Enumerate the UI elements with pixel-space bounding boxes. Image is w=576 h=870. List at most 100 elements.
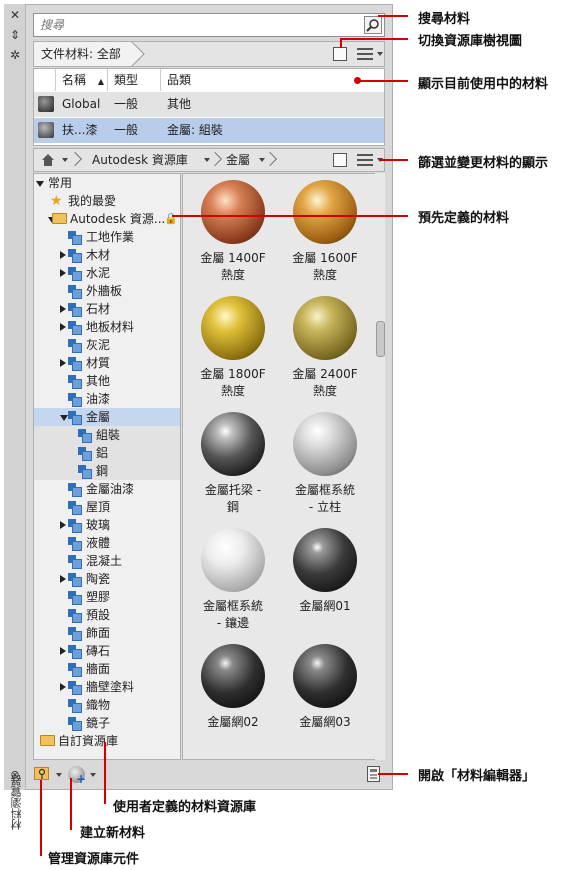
search-input[interactable] <box>40 17 340 33</box>
breadcrumb-autodesk-library[interactable]: Autodesk 資源庫 <box>84 149 188 171</box>
material-swatch-caption: 金屬 2400F 熱度 <box>280 366 370 400</box>
tree-item[interactable]: 牆壁塗料 <box>34 678 180 696</box>
material-swatch[interactable] <box>201 528 265 592</box>
tree-item-label: 混凝土 <box>86 554 123 568</box>
tree-item-label: 自訂資源庫 <box>58 734 119 748</box>
properties-icon[interactable]: ✲ <box>7 48 23 62</box>
swatch-name-line2: 熱度 <box>312 384 337 398</box>
expand-icon[interactable] <box>60 683 66 691</box>
material-swatch[interactable] <box>293 296 357 360</box>
tree-item-label: 我的最愛 <box>68 194 117 208</box>
expand-icon[interactable] <box>60 575 66 583</box>
home-icon[interactable] <box>40 152 56 168</box>
tree-item[interactable]: 塑膠 <box>34 588 180 606</box>
document-materials-filter[interactable]: 文件材料: 全部 <box>34 42 135 66</box>
tree-item[interactable]: 木材 <box>34 246 180 264</box>
tree-item[interactable]: 預設 <box>34 606 180 624</box>
manage-library-button[interactable] <box>34 767 49 780</box>
grid-scrollbar-thumb[interactable] <box>376 321 385 357</box>
palette-title-bar[interactable]: ✕ ⇕ ✲ 材料瀏覽器 ⊗ <box>4 4 26 830</box>
swatch-name-line2: 熱度 <box>220 384 245 398</box>
expand-icon[interactable] <box>60 521 66 529</box>
search-button[interactable] <box>364 16 382 34</box>
tree-item[interactable]: 地板材料 <box>34 318 180 336</box>
tree-item[interactable]: 常用 <box>34 174 180 192</box>
tree-item[interactable]: 水泥 <box>34 264 180 282</box>
tree-item[interactable]: 織物 <box>34 696 180 714</box>
column-header-category[interactable]: 品類 <box>161 69 384 91</box>
library-icon <box>68 321 82 335</box>
tree-item[interactable]: 工地作業 <box>34 228 180 246</box>
toggle-tree-view-button[interactable] <box>333 47 347 61</box>
bottom-toolbar: + <box>28 762 388 788</box>
swatch-name-line1: 金屬網01 <box>299 599 351 613</box>
expand-icon[interactable] <box>60 269 66 277</box>
tree-item[interactable]: 油漆 <box>34 390 180 408</box>
expand-icon[interactable] <box>60 359 66 367</box>
grid-scrollbar-track[interactable] <box>375 173 385 760</box>
callout-line <box>104 742 106 804</box>
tree-item[interactable]: 其他 <box>34 372 180 390</box>
tree-item[interactable]: 材質 <box>34 354 180 372</box>
breadcrumb-metal[interactable]: 金屬 <box>218 149 250 171</box>
tree-item-label: 塑膠 <box>86 590 111 604</box>
material-swatch[interactable] <box>293 644 357 708</box>
display-options-icon[interactable] <box>357 153 373 167</box>
tree-item[interactable]: 鏡子 <box>34 714 180 732</box>
tree-item[interactable]: 灰泥 <box>34 336 180 354</box>
library-icon <box>68 717 82 731</box>
tree-item[interactable]: 自訂資源庫 <box>34 732 180 750</box>
swatch-name-line1: 金屬框系統 <box>202 599 263 613</box>
material-swatch[interactable] <box>201 296 265 360</box>
tree-item[interactable]: 鋁 <box>34 444 180 462</box>
tree-item[interactable]: 玻璃 <box>34 516 180 534</box>
expand-icon[interactable] <box>60 323 66 331</box>
tree-item[interactable]: 金屬 <box>34 408 180 426</box>
tree-item-label: 屋頂 <box>86 500 111 514</box>
callout-line <box>378 15 408 17</box>
tree-item[interactable]: 液體 <box>34 534 180 552</box>
tree-item[interactable]: 飾面 <box>34 624 180 642</box>
collapse-icon[interactable] <box>60 415 68 421</box>
collapse-icon[interactable] <box>36 181 44 187</box>
tree-item[interactable]: 金屬油漆 <box>34 480 180 498</box>
autohide-icon[interactable]: ⇕ <box>7 28 23 42</box>
palette-state-icon[interactable]: ⊗ <box>7 768 23 782</box>
table-row[interactable]: Global 一般 其他 <box>34 92 384 117</box>
material-swatch[interactable] <box>201 180 265 244</box>
chevron-down-icon[interactable] <box>56 773 62 777</box>
chevron-down-icon[interactable] <box>377 52 383 56</box>
material-swatch[interactable] <box>293 412 357 476</box>
tree-item[interactable]: Autodesk 資源... 🔒 <box>34 210 180 228</box>
material-swatch[interactable] <box>201 644 265 708</box>
expand-icon[interactable] <box>60 305 66 313</box>
tree-item[interactable]: 鋼 <box>34 462 180 480</box>
toggle-library-tree-button[interactable] <box>333 153 347 167</box>
tree-item[interactable]: 外牆板 <box>34 282 180 300</box>
library-icon <box>68 699 82 713</box>
tree-item[interactable]: 磚石 <box>34 642 180 660</box>
expand-icon[interactable] <box>60 251 66 259</box>
tree-item[interactable]: 陶瓷 <box>34 570 180 588</box>
chevron-down-icon[interactable] <box>90 773 96 777</box>
tree-item-label: 玻璃 <box>86 518 111 532</box>
tree-item[interactable]: 石材 <box>34 300 180 318</box>
tree-item[interactable]: 牆面 <box>34 660 180 678</box>
library-breadcrumb-bar: Autodesk 資源庫 金屬 <box>33 148 385 172</box>
tree-item[interactable]: 組裝 <box>34 426 180 444</box>
column-header-type[interactable]: 類型 <box>108 69 161 91</box>
material-swatch[interactable] <box>293 180 357 244</box>
tree-item[interactable]: ★ 我的最愛 <box>34 192 180 210</box>
view-options-icon[interactable] <box>357 47 373 61</box>
library-icon <box>68 537 82 551</box>
tree-item[interactable]: 屋頂 <box>34 498 180 516</box>
close-icon[interactable]: ✕ <box>7 8 23 22</box>
library-icon <box>68 573 82 587</box>
table-row-selected[interactable]: 扶...漆 一般 金屬: 組裝 <box>34 118 384 143</box>
material-swatch[interactable] <box>293 528 357 592</box>
expand-icon[interactable] <box>60 647 66 655</box>
column-header-name[interactable]: 名稱 ▲ <box>56 69 108 91</box>
material-swatch[interactable] <box>201 412 265 476</box>
library-icon <box>68 231 82 245</box>
tree-item[interactable]: 混凝土 <box>34 552 180 570</box>
